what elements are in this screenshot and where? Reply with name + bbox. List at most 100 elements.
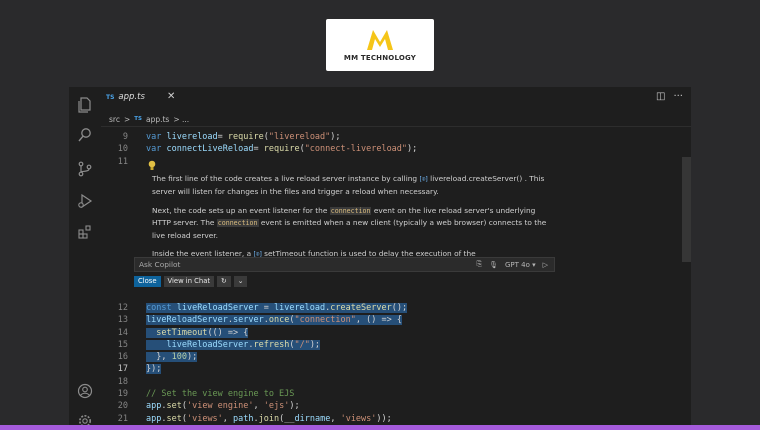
code-line[interactable]: 12 const liveReloadServer = livereload.cr… [101, 302, 691, 314]
code-line[interactable]: 9 var livereload= require("livereload"); [101, 131, 691, 143]
code-text: const liveReloadServer = livereload.crea… [146, 302, 408, 314]
code-token: app [146, 401, 162, 412]
code-token: dirname [294, 413, 331, 424]
line-number: 14 [117, 327, 128, 338]
code-text: var connectLiveReload= require("connect-… [146, 143, 417, 155]
code-line[interactable]: 21 app.set('views', path.join(__dirname, … [101, 413, 691, 425]
code-token: }); [146, 364, 162, 375]
send-icon[interactable]: ▷ [543, 261, 548, 269]
code-token: require [263, 144, 300, 155]
code-line[interactable]: 10 var connectLiveReload= require("connec… [101, 143, 691, 155]
code-token [146, 339, 167, 350]
symbol-icon: [⌾] [419, 176, 428, 183]
code-token: 'views' [186, 413, 223, 424]
attach-icon[interactable]: ⎘ [476, 260, 482, 269]
code-line[interactable]: 19 // Set the view engine to EJS [101, 388, 691, 400]
code-token: liveReloadServer [146, 315, 228, 326]
code-token: ); [330, 132, 341, 142]
breadcrumb-file[interactable]: app.ts [146, 115, 169, 124]
copilot-inline-chat: The first line of the code creates a liv… [134, 170, 683, 297]
mm-logo-mark-icon [367, 30, 393, 50]
chat-text: Next, the code sets up an event listener… [152, 205, 328, 215]
code-token [146, 327, 157, 338]
line-number: 10 [117, 144, 128, 155]
code-text: liveReloadServer.server.once("connection… [146, 314, 402, 326]
code-token: , () => { [355, 315, 402, 326]
rerun-icon[interactable]: ↻ [217, 276, 231, 287]
ask-copilot-input[interactable]: Ask Copilot ⎘ 🎙︎ GPT 4o ▾ ▷ [134, 257, 555, 272]
code-text: // Set the view engine to EJS [146, 388, 294, 400]
code-token: "livereload" [268, 132, 331, 142]
breadcrumb-symbols[interactable]: > ... [173, 115, 189, 124]
code-text: }); [146, 363, 162, 375]
code-token: const [146, 303, 177, 313]
line-number: 12 [117, 303, 128, 313]
code-text: app.set('views', path.join(__dirname, 'v… [146, 413, 392, 425]
inline-code: connection [216, 219, 259, 228]
extensions-icon[interactable] [75, 222, 95, 242]
code-token: livereload [273, 303, 326, 313]
close-button[interactable]: Close [134, 276, 161, 287]
chevron-down-icon[interactable]: ⌄ [233, 276, 248, 287]
code-token: liveReloadServer [176, 303, 259, 313]
code-token: (__ [279, 413, 295, 424]
code-token: path [233, 413, 254, 424]
more-actions-icon[interactable]: ··· [673, 91, 683, 102]
code-area-bottom[interactable]: 12 const liveReloadServer = livereload.cr… [101, 302, 691, 425]
code-token: setTimeout [156, 327, 208, 338]
tab-app-ts[interactable]: TS app.ts [106, 92, 145, 102]
tab-bar: TS app.ts ✕ ◫ ··· [101, 87, 691, 112]
code-token: var [146, 144, 167, 155]
line-number: 19 [117, 389, 128, 400]
files-icon[interactable] [75, 95, 95, 115]
code-token: set [166, 401, 182, 412]
chat-paragraph: Next, the code sets up an event listener… [152, 205, 547, 242]
code-token: require [227, 132, 264, 142]
code-line[interactable]: 16 }, 100); [101, 351, 691, 363]
model-label: GPT 4o [504, 260, 530, 269]
code-token: "connect-livereload" [304, 144, 408, 155]
code-token: livereload [166, 132, 218, 142]
code-token: = [258, 303, 274, 313]
model-picker[interactable]: GPT 4o ▾ [505, 261, 536, 269]
code-area-top[interactable]: 9 var livereload= require("livereload"); 1… [101, 131, 691, 168]
code-line[interactable]: 17}); [101, 363, 691, 375]
editor-actions: ◫ ··· [656, 91, 683, 102]
chat-actions: Close View in Chat ↻ ⌄ [134, 276, 248, 287]
run-debug-icon[interactable] [75, 191, 95, 211]
inline-symbol-ref[interactable]: livereload.createServer() [430, 174, 522, 183]
code-text: var livereload= require("livereload"); [146, 131, 341, 143]
code-token: , [330, 413, 341, 424]
activity-bar [69, 87, 101, 430]
code-line[interactable]: 20 app.set('view engine', 'ejs'); [101, 400, 691, 412]
source-control-icon[interactable] [75, 159, 95, 179]
view-in-chat-button[interactable]: View in Chat [163, 276, 215, 287]
code-line[interactable]: 18 [101, 376, 691, 388]
typescript-file-icon: TS [106, 93, 115, 101]
code-token: 'views' [340, 413, 377, 424]
status-bar-accent [0, 425, 760, 430]
code-token: var [146, 132, 167, 142]
search-icon[interactable] [75, 125, 95, 145]
code-line[interactable]: 13 liveReloadServer.server.once("connecti… [101, 314, 691, 326]
code-text: setTimeout(() => { [146, 327, 249, 339]
ask-tools: ⎘ 🎙︎ GPT 4o ▾ ▷ [476, 258, 548, 271]
code-token: . [248, 339, 254, 350]
breadcrumb-folder[interactable]: src [109, 115, 120, 124]
split-editor-icon[interactable]: ◫ [656, 91, 665, 102]
code-line[interactable]: 11 [101, 156, 691, 168]
close-icon[interactable]: ✕ [167, 91, 175, 102]
code-token: connectLiveReload [166, 144, 254, 155]
code-text: }, 100); [146, 351, 198, 363]
code-token: ); [289, 401, 300, 412]
code-token: = [253, 144, 264, 155]
account-icon[interactable] [75, 381, 95, 401]
line-number: 20 [117, 401, 128, 412]
code-line[interactable]: 14 setTimeout(() => { [101, 327, 691, 339]
vertical-scrollbar[interactable] [682, 157, 691, 262]
code-token: }, [146, 352, 172, 363]
line-number: 13 [117, 315, 128, 326]
code-line[interactable]: 15 liveReloadServer.refresh("/"); [101, 339, 691, 351]
ask-copilot-placeholder: Ask Copilot [139, 260, 181, 269]
microphone-icon[interactable]: 🎙︎ [489, 261, 498, 269]
